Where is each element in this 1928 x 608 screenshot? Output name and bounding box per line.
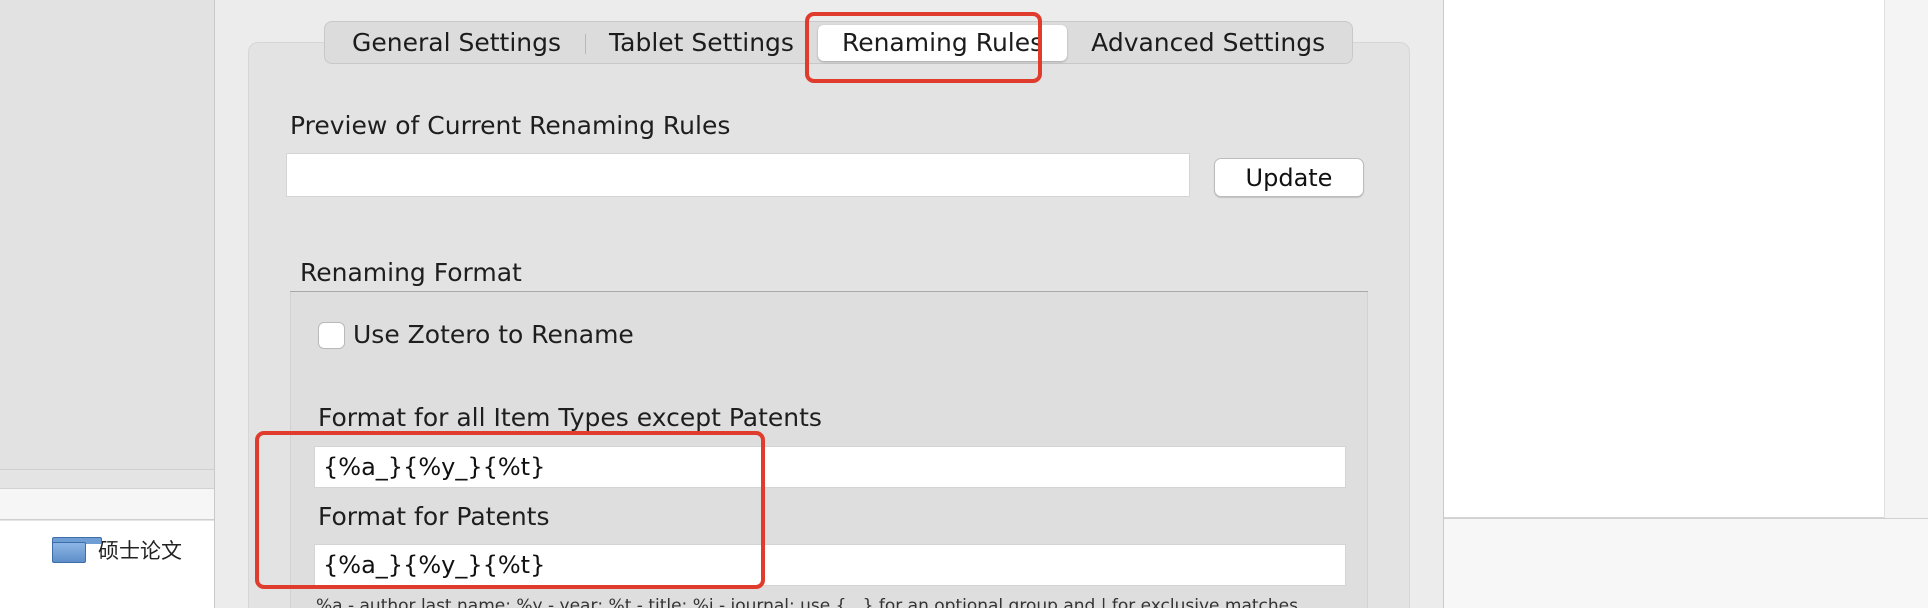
patents-format-field[interactable] (314, 544, 1346, 586)
all-types-format-label: Format for all Item Types except Patents (318, 403, 822, 432)
patents-format-label: Format for Patents (318, 502, 550, 531)
section-divider (290, 291, 1368, 292)
all-types-format-field[interactable] (314, 446, 1346, 488)
background-right-pane (1444, 0, 1884, 518)
background-right-bottom (1444, 518, 1928, 608)
folder-icon (52, 537, 102, 563)
background-left-pane (0, 0, 214, 470)
collection-item-label: 硕士论文 (98, 539, 182, 563)
renaming-format-title: Renaming Format (300, 258, 522, 287)
use-zotero-checkbox[interactable] (318, 322, 345, 349)
tab-general-settings[interactable]: General Settings (328, 25, 585, 61)
update-button[interactable]: Update (1214, 158, 1364, 197)
use-zotero-label[interactable]: Use Zotero to Rename (353, 320, 634, 349)
format-help-text: %a - author last name; %y - year; %t - t… (316, 596, 1298, 608)
collection-item[interactable]: 硕士论文 (52, 536, 182, 564)
tab-bar: General Settings Tablet Settings Renamin… (324, 21, 1354, 64)
tab-advanced-settings[interactable]: Advanced Settings (1067, 25, 1349, 61)
background-left-strip (0, 488, 214, 520)
preview-label: Preview of Current Renaming Rules (290, 111, 731, 140)
screen: 硕士论文 General Settings Tablet Settings Re… (0, 0, 1928, 608)
tab-tablet-settings[interactable]: Tablet Settings (585, 25, 818, 61)
preview-field[interactable] (286, 153, 1190, 197)
background-right-scroll-edge (1884, 0, 1928, 518)
tab-renaming-rules[interactable]: Renaming Rules (817, 24, 1068, 61)
